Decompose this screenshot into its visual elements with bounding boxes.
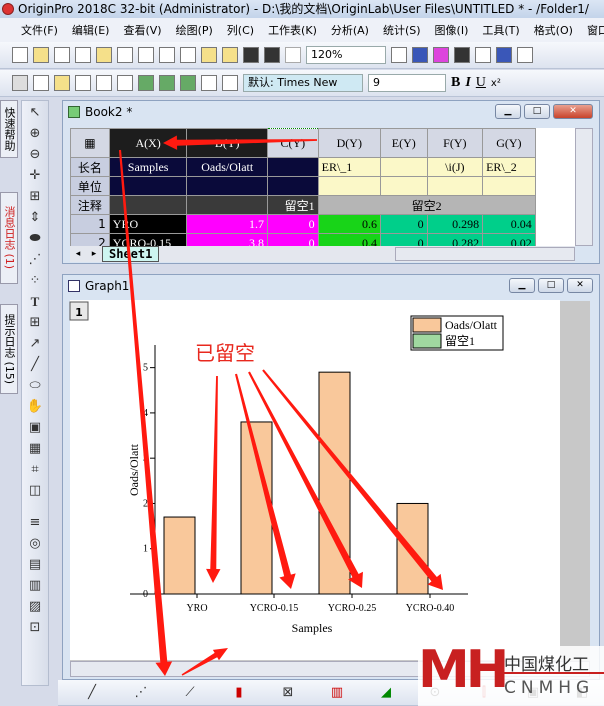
watermark: MH 中国煤化工 CNMHG <box>418 640 604 706</box>
graph-template-icon[interactable]: ⊠ <box>279 684 297 702</box>
legend-swatch <box>412 317 442 333</box>
area-plot-icon[interactable]: ◢ <box>377 684 395 702</box>
legend-label: 留空1 <box>445 334 475 348</box>
stacked-column-icon[interactable]: ▥ <box>328 684 346 702</box>
annotation-arrow <box>163 135 318 150</box>
legend-label: Oads/Olatt <box>445 318 498 332</box>
x-axis-title: Samples <box>292 621 333 635</box>
line-plot-icon[interactable]: ╱ <box>83 684 101 702</box>
line-symbol-plot-icon[interactable]: ⟋ <box>181 684 199 702</box>
y-tick-label: 5 <box>143 363 148 374</box>
legend-swatch <box>412 333 442 349</box>
watermark-text-en: CNMHG <box>504 678 595 698</box>
annotation-text[interactable]: 已留空 <box>195 341 255 365</box>
y-tick-label: 1 <box>143 544 148 555</box>
column-plot-icon[interactable]: ▮ <box>230 684 248 702</box>
x-tick-label: YCRO-0.15 <box>250 603 299 614</box>
y-axis-title: Oads/Olatt <box>127 443 141 496</box>
layer-number: 1 <box>75 306 83 319</box>
scatter-plot-icon[interactable]: ⋰ <box>132 684 150 702</box>
chart-svg: 1 012345YROYCRO-0.15YCRO-0.25YCRO-0.40Sa… <box>69 135 560 676</box>
x-tick-label: YCRO-0.40 <box>406 603 455 614</box>
x-tick-label: YCRO-0.25 <box>328 603 377 614</box>
x-tick-label: YRO <box>186 603 207 614</box>
watermark-logo: MH <box>418 640 509 700</box>
graph-page <box>70 300 560 660</box>
bar-oads-olatt <box>163 516 196 595</box>
y-tick-label: 0 <box>143 589 148 600</box>
